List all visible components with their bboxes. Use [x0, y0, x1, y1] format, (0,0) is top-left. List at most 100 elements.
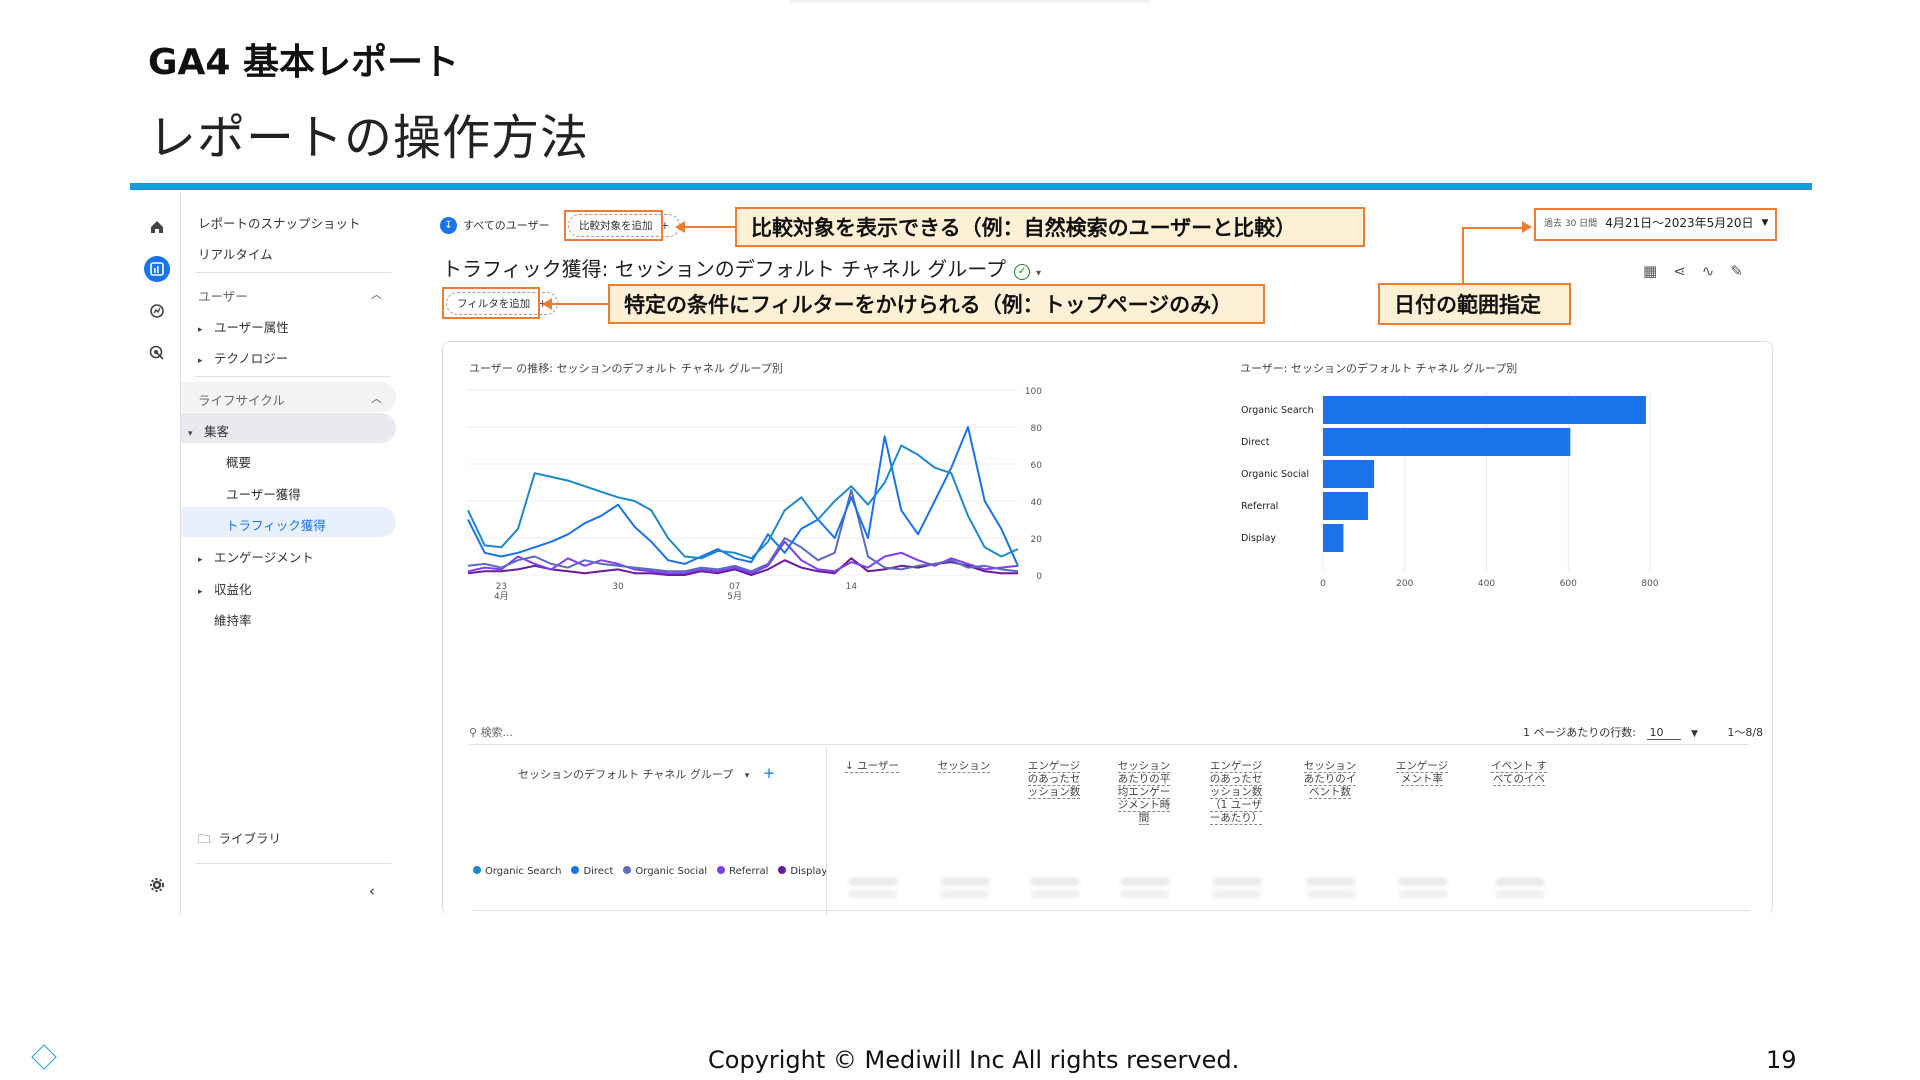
table-column-divider — [826, 746, 827, 915]
nav-retention[interactable]: 維持率 — [214, 610, 252, 629]
explore-icon[interactable] — [144, 298, 170, 324]
y-tick-label: 0 — [1036, 572, 1042, 582]
nav-technology-label: テクノロジー — [214, 351, 289, 366]
rows-per-page-label: 1 ページあたりの行数: — [1523, 726, 1636, 739]
home-icon[interactable] — [144, 214, 170, 240]
nav-technology[interactable]: ▸ テクノロジー — [198, 348, 288, 367]
edit-icon[interactable]: ✎ — [1730, 262, 1743, 280]
date-highlight-box — [1534, 208, 1777, 241]
legend-item[interactable]: Organic Social — [623, 866, 707, 877]
date-arrow-line-h — [1463, 227, 1523, 229]
insights-icon[interactable]: ∿ — [1702, 262, 1715, 280]
metric-header-label: イベント すべてのイベ — [1491, 760, 1547, 786]
x-tick-label: 07 — [729, 582, 740, 592]
legend-label: Referral — [729, 866, 769, 877]
y-tick-label: 80 — [1031, 424, 1043, 434]
y-tick-label: 40 — [1031, 498, 1043, 508]
nav-realtime[interactable]: リアルタイム — [198, 244, 273, 263]
category-label: Organic Search — [1241, 405, 1314, 416]
bar-organic-search — [1323, 396, 1646, 424]
nav-user-attributes-label: ユーザー属性 — [214, 320, 289, 335]
report-title-text: トラフィック獲得: セッションのデフォルト チャネル グループ — [442, 257, 1007, 281]
metric-header[interactable]: エンゲージのあったセッション数（1 ユーザーあたり） — [1205, 760, 1267, 825]
nav-traffic-acquisition[interactable]: トラフィック獲得 — [226, 515, 326, 534]
caret-down-icon[interactable]: ▾ — [1036, 268, 1041, 279]
nav-acquisition-label: 集客 — [204, 424, 230, 439]
chevron-up-icon[interactable]: ︿ — [371, 286, 382, 302]
metric-header[interactable]: セッションあたりのイベント数 — [1299, 760, 1361, 799]
nav-overview[interactable]: 概要 — [226, 452, 251, 471]
category-label: Display — [1241, 533, 1276, 544]
legend-item[interactable]: Organic Search — [473, 866, 561, 877]
x-tick-label: 5月 — [727, 591, 742, 602]
nav-divider — [195, 376, 391, 377]
nav-snapshot[interactable]: レポートのスナップショット — [198, 213, 361, 232]
advertising-icon[interactable] — [144, 340, 170, 366]
metric-header[interactable]: エンゲージメント率 — [1391, 760, 1453, 786]
dimension-header-label: セッションのデフォルト チャネル グループ — [518, 768, 734, 781]
line-chart-title: ユーザー の推移: セッションのデフォルト チャネル グループ別 — [469, 362, 783, 375]
chevron-up-icon[interactable]: ︿ — [371, 390, 382, 406]
add-dimension-plus-icon[interactable]: + — [763, 764, 776, 782]
legend-item[interactable]: Referral — [717, 866, 768, 877]
line-chart: 0 20 40 60 80 100 234月 30 075月 14 — [467, 387, 1043, 602]
date-arrow-head — [1522, 221, 1532, 233]
collapse-nav-icon[interactable]: ‹ — [369, 882, 375, 900]
legend-swatch — [717, 866, 726, 874]
blurred-cell — [1121, 878, 1169, 898]
series-line-direct — [467, 426, 1019, 567]
bar-organic-social — [1323, 460, 1375, 488]
caret-right-icon: ▸ — [198, 555, 203, 565]
y-tick-label: 20 — [1031, 535, 1043, 545]
nav-monetization[interactable]: ▸ 収益化 — [198, 579, 252, 598]
legend-item[interactable]: Direct — [571, 866, 613, 877]
metric-header-label: セッション — [937, 760, 991, 773]
nav-engagement[interactable]: ▸ エンゲージメント — [198, 547, 314, 566]
date-arrow-line-v — [1462, 227, 1464, 283]
compare-highlight-box — [564, 210, 663, 241]
accent-divider — [130, 183, 1812, 190]
line-chart-legend: Organic Search Direct Organic Social Referr… — [473, 866, 827, 877]
nav-section-lifecycle[interactable]: ライフサイクル — [198, 390, 285, 409]
nav-section-user[interactable]: ユーザー — [198, 286, 248, 305]
icon-rail — [133, 192, 181, 915]
report-nav: レポートのスナップショット リアルタイム ユーザー ︿ ▸ ユーザー属性 ▸ テクノ… — [181, 192, 406, 915]
date-callout: 日付の範囲指定 — [1378, 283, 1571, 325]
nav-acquisition[interactable]: ▾ 集客 — [188, 421, 229, 440]
nav-library[interactable]: 🗀 ライブラリ — [198, 828, 281, 851]
legend-swatch — [623, 866, 632, 874]
compare-callout: 比較対象を表示できる（例：自然検索のユーザーと比較） — [735, 207, 1365, 247]
metric-header[interactable]: セッション — [933, 760, 995, 773]
x-tick-label: 200 — [1396, 579, 1413, 589]
settings-icon[interactable] — [144, 872, 170, 898]
table-search[interactable]: ⚲ 検索... — [469, 724, 513, 740]
rows-per-page-select[interactable]: 10 — [1647, 726, 1682, 740]
dimension-header[interactable]: セッションのデフォルト チャネル グループ ▾ + — [518, 764, 775, 782]
caret-down-icon: ▼ — [1690, 729, 1698, 739]
caret-right-icon: ▸ — [198, 356, 203, 366]
y-tick-label: 60 — [1031, 461, 1043, 471]
x-tick-label: 600 — [1560, 579, 1577, 589]
nav-divider — [195, 272, 391, 273]
metric-header[interactable]: エンゲージのあったセッション数 — [1023, 760, 1085, 799]
card-divider — [473, 910, 1750, 911]
customize-report-icon[interactable]: ▦ — [1643, 262, 1657, 280]
nav-user-attributes[interactable]: ▸ ユーザー属性 — [198, 317, 289, 336]
nav-user-acquisition[interactable]: ユーザー獲得 — [226, 484, 301, 503]
caret-down-icon: ▾ — [188, 429, 193, 439]
search-input[interactable]: 検索... — [481, 726, 514, 739]
metric-header[interactable]: イベント すべてのイベ — [1488, 760, 1550, 786]
report-card: ユーザー の推移: セッションのデフォルト チャネル グループ別 ユーザー: セ… — [442, 341, 1773, 915]
metric-header[interactable]: ↓ ユーザー — [841, 760, 903, 773]
x-tick-label: 23 — [496, 582, 507, 592]
all-users-segment[interactable]: ↧ すべてのユーザー — [440, 213, 550, 237]
blurred-cell — [1496, 878, 1544, 898]
rows-per-page-value: 10 — [1649, 726, 1664, 739]
share-icon[interactable]: ⋖ — [1673, 262, 1686, 280]
reports-icon[interactable] — [144, 256, 170, 282]
metric-header[interactable]: セッションあたりの平均エンゲージメント時間 — [1113, 760, 1175, 825]
legend-item[interactable]: Display — [778, 866, 827, 877]
legend-swatch — [778, 866, 787, 874]
bar-direct — [1323, 428, 1571, 456]
metric-header-label: ↓ ユーザー — [845, 760, 899, 773]
